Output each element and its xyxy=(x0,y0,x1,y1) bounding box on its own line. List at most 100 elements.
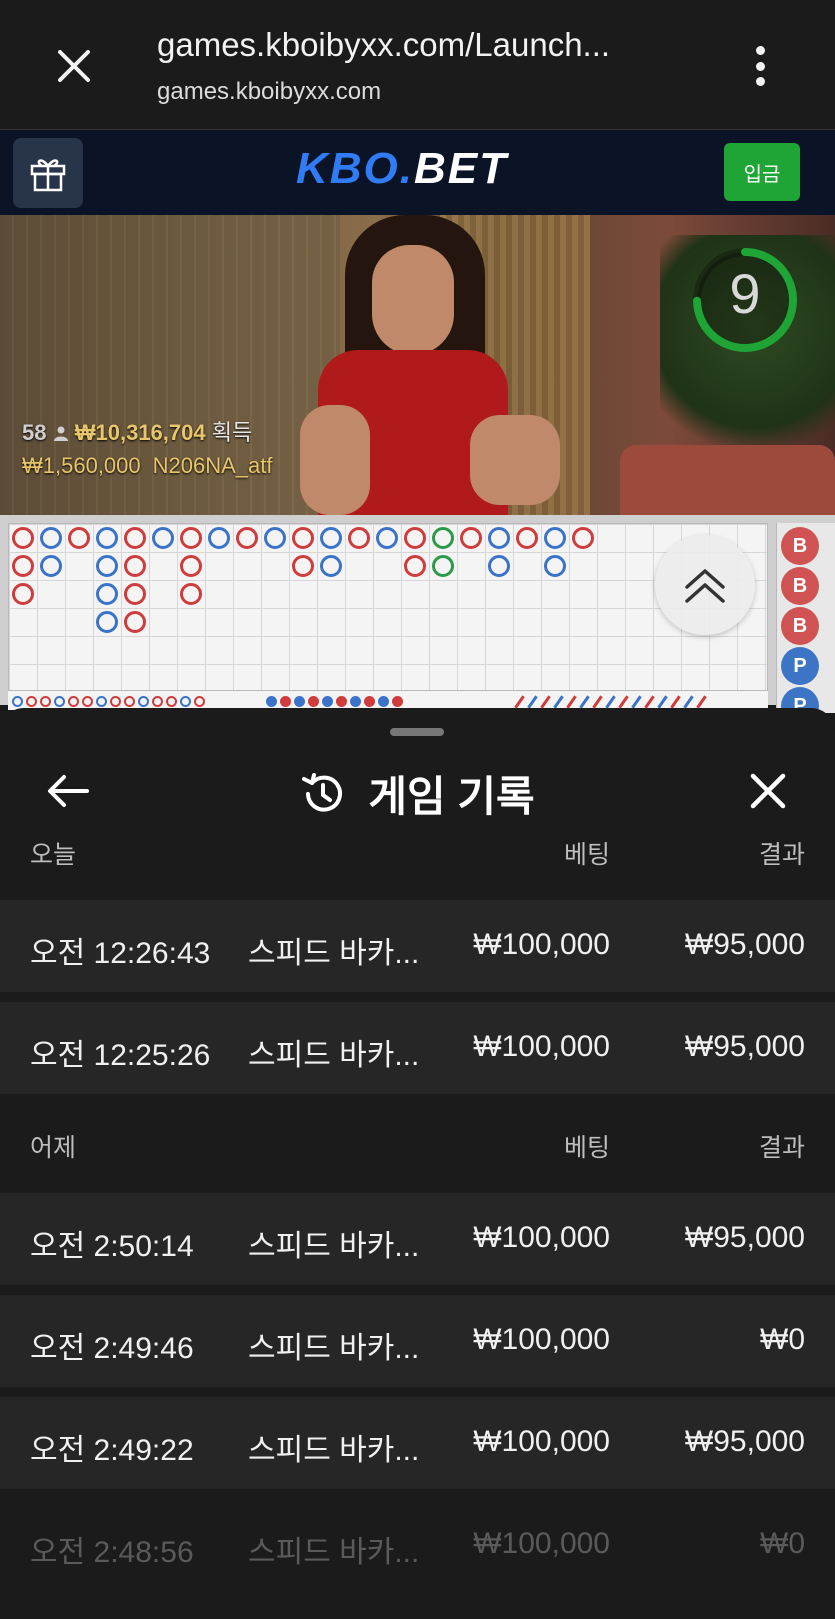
road-mark xyxy=(40,555,62,577)
road-mark xyxy=(404,555,426,577)
site-header: KBO.BET 입금 xyxy=(0,130,835,215)
row-time: 오전 2:49:22 xyxy=(30,1434,194,1467)
row-bet: ₩100,000 xyxy=(473,1323,610,1356)
derived-roads xyxy=(8,690,768,710)
road-mark xyxy=(96,555,118,577)
row-result: ₩95,000 xyxy=(684,1221,805,1254)
road-mark xyxy=(194,696,205,707)
road-mark xyxy=(54,696,65,707)
road-mark xyxy=(572,527,594,549)
countdown-value: 9 xyxy=(729,262,761,325)
history-row[interactable]: 오전 12:26:43 스피드 바카... ₩100,000 ₩95,000 xyxy=(0,900,835,992)
browser-domain[interactable]: games.kboibyxx.com xyxy=(157,78,381,106)
sheet-close-button[interactable] xyxy=(740,763,796,819)
browser-page-title[interactable]: games.kboibyxx.com/Launch... xyxy=(157,26,667,64)
last-winner: ₩1,560,000 N206NA_atf xyxy=(22,453,273,479)
road-mark xyxy=(208,527,230,549)
row-game: 스피드 바카... xyxy=(248,1039,420,1072)
road-mark xyxy=(657,695,668,709)
site-logo[interactable]: KBO.BET xyxy=(296,144,508,194)
row-result: ₩0 xyxy=(760,1323,805,1356)
dealer-arm xyxy=(470,415,560,505)
road-mark xyxy=(378,696,389,707)
road-mark xyxy=(364,696,375,707)
double-chevron-up-icon xyxy=(685,569,725,603)
road-mark xyxy=(292,555,314,577)
road-mark xyxy=(236,527,258,549)
road-mark xyxy=(68,696,79,707)
gift-button[interactable] xyxy=(13,138,83,208)
history-row[interactable]: 오전 12:25:26 스피드 바카... ₩100,000 ₩95,000 xyxy=(0,1002,835,1094)
row-bet: ₩100,000 xyxy=(473,1030,610,1063)
person-icon xyxy=(53,426,68,441)
road-mark xyxy=(320,555,342,577)
road-mark xyxy=(12,527,34,549)
road-mark xyxy=(540,695,551,709)
sheet-header: 게임 기록 xyxy=(0,763,835,824)
history-row[interactable]: 오전 2:50:14 스피드 바카... ₩100,000 ₩95,000 xyxy=(0,1193,835,1285)
players-won-summary: 58 ₩10,316,704 획득 xyxy=(22,415,252,447)
road-mark xyxy=(12,696,23,707)
row-result: ₩0 xyxy=(760,1527,805,1560)
more-vert-icon[interactable] xyxy=(745,42,775,90)
dealer-face xyxy=(372,245,454,355)
road-mark xyxy=(592,695,603,709)
road-mark xyxy=(404,527,426,549)
road-mark xyxy=(180,555,202,577)
game-history-sheet: 게임 기록 오늘 베팅 결과 오전 12:26:43 스피드 바카... ₩10… xyxy=(0,708,835,1619)
road-mark xyxy=(124,583,146,605)
row-game: 스피드 바카... xyxy=(248,1230,420,1263)
result-column-header: 결과 xyxy=(758,841,805,869)
row-time: 오전 2:48:56 xyxy=(30,1536,194,1569)
row-bet: ₩100,000 xyxy=(473,1425,610,1458)
section-label: 오늘 xyxy=(30,841,77,869)
last-win-amount: ₩1,560,000 xyxy=(22,453,141,478)
close-icon xyxy=(58,50,90,82)
road-mark xyxy=(348,527,370,549)
road-mark xyxy=(124,696,135,707)
browser-close-button[interactable] xyxy=(48,40,100,92)
history-row[interactable]: 오전 2:49:46 스피드 바카... ₩100,000 ₩0 xyxy=(0,1295,835,1387)
history-row[interactable]: 오전 2:49:22 스피드 바카... ₩100,000 ₩95,000 xyxy=(0,1397,835,1489)
road-mark xyxy=(96,696,107,707)
road-mark xyxy=(96,611,118,633)
row-time: 오전 12:25:26 xyxy=(30,1039,211,1072)
road-mark xyxy=(670,695,681,709)
row-game: 스피드 바카... xyxy=(248,1434,420,1467)
road-mark xyxy=(26,696,37,707)
row-time: 오전 2:50:14 xyxy=(30,1230,194,1263)
road-mark xyxy=(579,695,590,709)
road-mark xyxy=(138,696,149,707)
road-mark xyxy=(544,527,566,549)
bet-column-header: 베팅 xyxy=(563,1134,610,1162)
row-result: ₩95,000 xyxy=(684,928,805,961)
history-row[interactable]: 오전 2:48:56 스피드 바카... ₩100,000 ₩0 xyxy=(0,1499,835,1591)
logo-kbo: KBO xyxy=(296,144,400,193)
road-mark xyxy=(392,696,403,707)
road-mark xyxy=(264,527,286,549)
sheet-drag-handle[interactable] xyxy=(390,728,444,736)
bet-column-header: 베팅 xyxy=(563,841,610,869)
total-won-amount: ₩10,316,704 xyxy=(74,420,206,445)
road-mark xyxy=(432,555,454,577)
row-game: 스피드 바카... xyxy=(248,1332,420,1365)
row-bet: ₩100,000 xyxy=(473,1527,610,1560)
section-header-yesterday: 어제 베팅 결과 xyxy=(0,1116,835,1166)
result-column-header: 결과 xyxy=(758,1134,805,1162)
bead-road-mark: B xyxy=(781,567,819,605)
expand-road-button[interactable] xyxy=(655,535,755,635)
section-label: 어제 xyxy=(30,1134,77,1162)
road-mark xyxy=(292,527,314,549)
road-mark xyxy=(322,696,333,707)
road-mark xyxy=(152,696,163,707)
road-mark xyxy=(566,695,577,709)
road-mark xyxy=(96,583,118,605)
road-mark xyxy=(82,696,93,707)
history-icon xyxy=(302,772,343,812)
browser-toolbar: games.kboibyxx.com/Launch... games.kboib… xyxy=(0,0,835,130)
baccarat-roadmap: BBBPP xyxy=(0,515,835,725)
row-game: 스피드 바카... xyxy=(248,937,420,970)
deposit-button[interactable]: 입금 xyxy=(724,143,800,201)
road-mark xyxy=(320,527,342,549)
road-mark xyxy=(152,527,174,549)
